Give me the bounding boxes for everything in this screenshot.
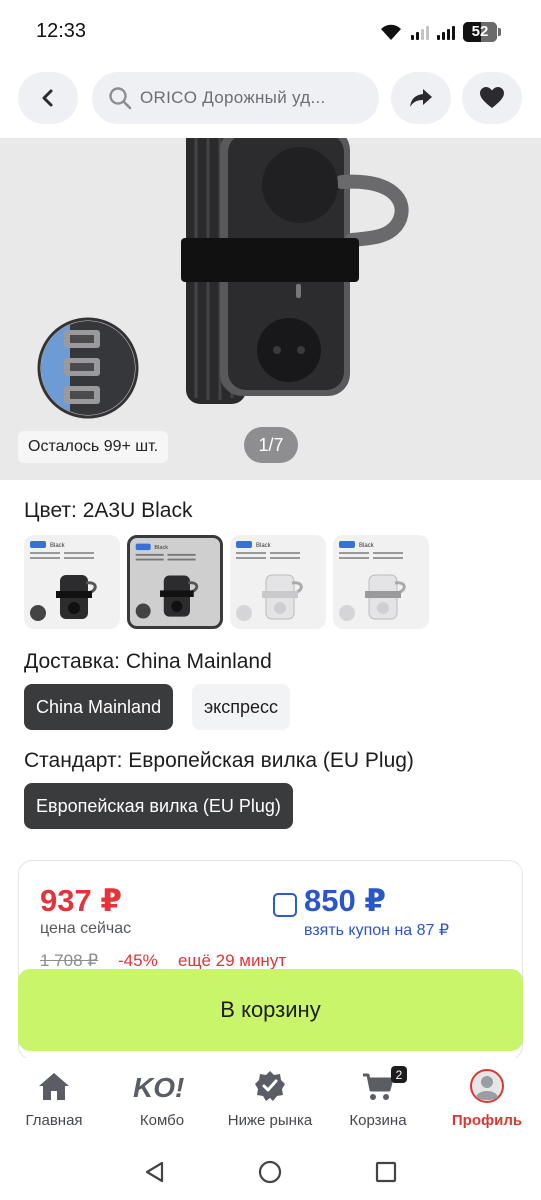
swatch-image: Black [135,543,199,619]
system-recents-button[interactable] [371,1157,401,1187]
square-recents-icon [375,1161,397,1183]
delivery-option-express[interactable]: экспресс [192,684,291,730]
gallery-page-indicator: 1/7 [244,427,298,463]
wifi-icon [381,24,401,40]
discount-percent: -45% [118,951,158,970]
standard-option-eu-plug[interactable]: Европейская вилка (EU Plug) [24,783,293,829]
standard-title: Стандарт: Европейская вилка (EU Plug) [24,749,414,772]
nav-label-cart: Корзина [349,1112,407,1129]
ko-logo-icon: KO! [133,1072,184,1101]
color-swatch-4[interactable]: Black [333,535,429,629]
nav-item-profile[interactable]: Профиль [433,1068,541,1134]
color-swatch-1[interactable]: Black [24,535,120,629]
swatch-image: Black [339,541,406,621]
profile-icon [470,1069,504,1103]
triangle-back-icon [145,1161,164,1183]
system-back-button[interactable] [140,1157,170,1187]
color-swatch-3[interactable]: Black [230,535,326,629]
stock-badge: Осталось 99+ шт. [18,431,169,463]
discount-timer: ещё 29 минут [178,951,287,970]
heart-icon [480,87,504,108]
status-bar: 12:33 52 [0,0,541,66]
share-icon [410,89,432,107]
swatch-tag: Black [256,543,272,549]
battery-level: 52 [471,23,489,40]
signal-icon [411,24,429,40]
home-icon [39,1073,69,1100]
swatch-tag: Black [359,543,375,549]
swatch-tag: Black [154,545,168,551]
delivery-option-china-mainland[interactable]: China Mainland [24,684,174,730]
verified-badge-icon [255,1071,285,1101]
color-swatch-2[interactable]: Black [127,535,223,629]
share-button[interactable] [391,72,451,124]
swatch-tag: Black [50,543,66,549]
cart-count-badge: 2 [391,1066,407,1083]
nav-label-below-market: Ниже рынка [227,1112,313,1129]
swatch-image: Black [236,541,303,621]
circle-home-icon [258,1160,282,1184]
svg-text:KO!: KO! [133,1072,184,1101]
current-price: 937 ₽ [40,883,122,918]
coupon-label[interactable]: взять купон на 87 ₽ [304,920,449,940]
search-icon [109,87,132,110]
search-text: ORICO Дорожный уд... [140,88,326,107]
back-button[interactable] [18,72,78,124]
coupon-checkbox[interactable] [273,893,297,917]
nav-label-profile: Профиль [451,1112,523,1129]
system-home-button[interactable] [255,1157,285,1187]
add-to-cart-button[interactable]: В корзину [18,969,523,1051]
old-price: 1 708 ₽ [40,951,99,970]
nav-item-cart[interactable]: 2 Корзина [324,1066,432,1134]
coupon-price[interactable]: 850 ₽ [304,883,386,919]
cart-icon [363,1073,394,1100]
nav-label-combo: Комбо [139,1112,185,1129]
back-arrow-icon [42,89,53,107]
favorite-button[interactable] [462,72,522,124]
search-bar[interactable]: ORICO Дорожный уд... [92,72,379,124]
delivery-title: Доставка: China Mainland [24,650,272,673]
battery-icon: 52 [463,22,501,42]
nav-item-home[interactable]: Главная [0,1068,108,1134]
status-icons: 52 [379,22,501,42]
nav-label-home: Главная [25,1112,83,1129]
current-price-label: цена сейчас [40,920,132,937]
color-title: Цвет: 2A3U Black [24,499,193,522]
nav-item-below-market[interactable]: Ниже рынка [216,1068,324,1134]
signal-icon [437,24,455,40]
status-time: 12:33 [36,20,87,42]
nav-item-combo[interactable]: KO! Комбо [108,1068,216,1134]
swatch-image: Black [30,541,97,621]
